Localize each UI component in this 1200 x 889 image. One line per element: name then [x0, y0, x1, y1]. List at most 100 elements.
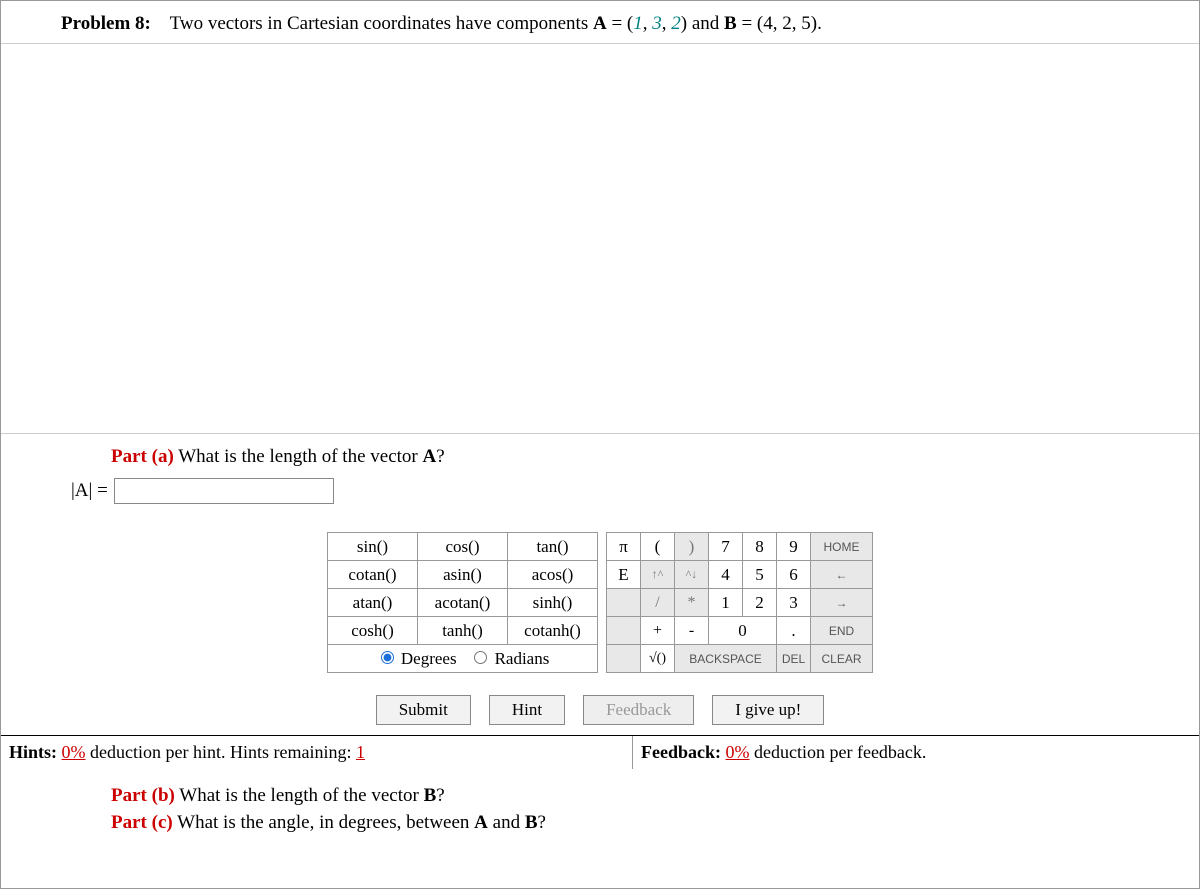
- btn-plus[interactable]: +: [641, 617, 675, 645]
- btn-asin[interactable]: asin(): [418, 561, 508, 589]
- part-a-vec: A: [423, 446, 437, 467]
- part-b-question: What is the length of the vector: [179, 785, 423, 806]
- btn-left-arrow[interactable]: ←: [811, 561, 873, 589]
- degrees-radio[interactable]: [381, 651, 394, 664]
- part-c-question: What is the angle, in degrees, between: [177, 812, 474, 833]
- hints-mid: deduction per hint. Hints remaining:: [90, 742, 356, 762]
- a-comp-2: 3: [652, 13, 662, 34]
- btn-slash[interactable]: /: [641, 589, 675, 617]
- btn-cosh[interactable]: cosh(): [328, 617, 418, 645]
- answer-row: |A| =: [1, 478, 1199, 522]
- remaining-parts: Part (b) What is the length of the vecto…: [1, 769, 1199, 836]
- btn-e[interactable]: E: [607, 561, 641, 589]
- btn-star[interactable]: *: [675, 589, 709, 617]
- a-comp-3: 2: [671, 13, 681, 34]
- btn-sin[interactable]: sin(): [328, 533, 418, 561]
- btn-end[interactable]: END: [811, 617, 873, 645]
- btn-cos[interactable]: cos(): [418, 533, 508, 561]
- keypad-wrap: sin() cos() tan() cotan() asin() acos() …: [1, 522, 1199, 679]
- btn-pi[interactable]: π: [607, 533, 641, 561]
- radians-radio[interactable]: [474, 651, 487, 664]
- hints-pct: 0%: [62, 742, 86, 762]
- a-sep-1: ,: [643, 13, 653, 34]
- part-b-vec: B: [424, 785, 437, 806]
- btn-right-arrow[interactable]: →: [811, 589, 873, 617]
- btn-tanh[interactable]: tanh(): [418, 617, 508, 645]
- btn-cotanh[interactable]: cotanh(): [508, 617, 598, 645]
- submit-button[interactable]: Submit: [376, 695, 471, 725]
- giveup-button[interactable]: I give up!: [712, 695, 824, 725]
- part-b-label: Part (b): [111, 785, 175, 806]
- figure-placeholder: [1, 44, 1199, 434]
- deduction-row: Hints: 0% deduction per hint. Hints rema…: [1, 735, 1199, 769]
- btn-super-up[interactable]: ↑^: [641, 561, 675, 589]
- hints-deduction: Hints: 0% deduction per hint. Hints rema…: [1, 736, 633, 769]
- btn-9[interactable]: 9: [777, 533, 811, 561]
- btn-backspace[interactable]: BACKSPACE: [675, 645, 777, 673]
- number-pad: π ( ) 7 8 9 HOME E ↑^ ^↓ 4 5 6 ← / *: [606, 532, 873, 673]
- part-a-header: Part (a) What is the length of the vecto…: [1, 434, 1199, 478]
- a-comp-1: 1: [633, 13, 643, 34]
- eq-b: = (4, 2, 5).: [741, 13, 821, 34]
- btn-7[interactable]: 7: [709, 533, 743, 561]
- btn-tan[interactable]: tan(): [508, 533, 598, 561]
- btn-3[interactable]: 3: [777, 589, 811, 617]
- btn-minus[interactable]: -: [675, 617, 709, 645]
- part-b-qend: ?: [436, 785, 444, 806]
- answer-input[interactable]: [114, 478, 334, 504]
- hints-prefix: Hints:: [9, 742, 62, 762]
- action-row: Submit Hint Feedback I give up!: [1, 679, 1199, 735]
- btn-5[interactable]: 5: [743, 561, 777, 589]
- part-c-vec-a: A: [474, 812, 488, 833]
- btn-lparen[interactable]: (: [641, 533, 675, 561]
- part-c-qend: ?: [538, 812, 546, 833]
- part-c-row: Part (c) What is the angle, in degrees, …: [111, 810, 1199, 837]
- feedback-deduction: Feedback: 0% deduction per feedback.: [633, 736, 1199, 769]
- hint-button[interactable]: Hint: [489, 695, 565, 725]
- problem-label: Problem 8:: [61, 13, 151, 34]
- btn-blank3: [607, 645, 641, 673]
- btn-cotan[interactable]: cotan(): [328, 561, 418, 589]
- btn-dot[interactable]: .: [777, 617, 811, 645]
- btn-6[interactable]: 6: [777, 561, 811, 589]
- part-c-mid: and: [488, 812, 525, 833]
- degrees-label: Degrees: [401, 649, 457, 668]
- hints-remain: 1: [356, 742, 365, 762]
- btn-home[interactable]: HOME: [811, 533, 873, 561]
- fb-suffix: deduction per feedback.: [754, 742, 926, 762]
- btn-atan[interactable]: atan(): [328, 589, 418, 617]
- part-b-row: Part (b) What is the length of the vecto…: [111, 783, 1199, 810]
- btn-1[interactable]: 1: [709, 589, 743, 617]
- function-pad: sin() cos() tan() cotan() asin() acos() …: [327, 532, 598, 673]
- problem-header: Problem 8: Two vectors in Cartesian coor…: [1, 1, 1199, 44]
- vector-a-symbol: A: [593, 13, 607, 34]
- btn-rparen[interactable]: ): [675, 533, 709, 561]
- btn-0[interactable]: 0: [709, 617, 777, 645]
- btn-del[interactable]: DEL: [777, 645, 811, 673]
- btn-2[interactable]: 2: [743, 589, 777, 617]
- degrees-option[interactable]: Degrees: [376, 649, 457, 668]
- fb-pct: 0%: [726, 742, 750, 762]
- part-c-vec-b: B: [525, 812, 538, 833]
- angle-mode-cell: Degrees Radians: [328, 645, 598, 673]
- btn-clear[interactable]: CLEAR: [811, 645, 873, 673]
- answer-lhs: |A| =: [71, 480, 108, 502]
- vector-b-symbol: B: [724, 13, 737, 34]
- part-a-label: Part (a): [111, 446, 174, 467]
- fb-prefix: Feedback:: [641, 742, 726, 762]
- radians-label: Radians: [495, 649, 550, 668]
- btn-4[interactable]: 4: [709, 561, 743, 589]
- eq-a: = (: [611, 13, 633, 34]
- btn-super-down[interactable]: ^↓: [675, 561, 709, 589]
- page-root: Problem 8: Two vectors in Cartesian coor…: [0, 0, 1200, 889]
- btn-acotan[interactable]: acotan(): [418, 589, 508, 617]
- btn-sqrt[interactable]: √(): [641, 645, 675, 673]
- btn-blank2: [607, 617, 641, 645]
- btn-acos[interactable]: acos(): [508, 561, 598, 589]
- btn-sinh[interactable]: sinh(): [508, 589, 598, 617]
- radians-option[interactable]: Radians: [469, 649, 549, 668]
- part-a-qend: ?: [436, 446, 444, 467]
- part-c-label: Part (c): [111, 812, 173, 833]
- problem-text: Two vectors in Cartesian coordinates hav…: [170, 13, 593, 34]
- btn-8[interactable]: 8: [743, 533, 777, 561]
